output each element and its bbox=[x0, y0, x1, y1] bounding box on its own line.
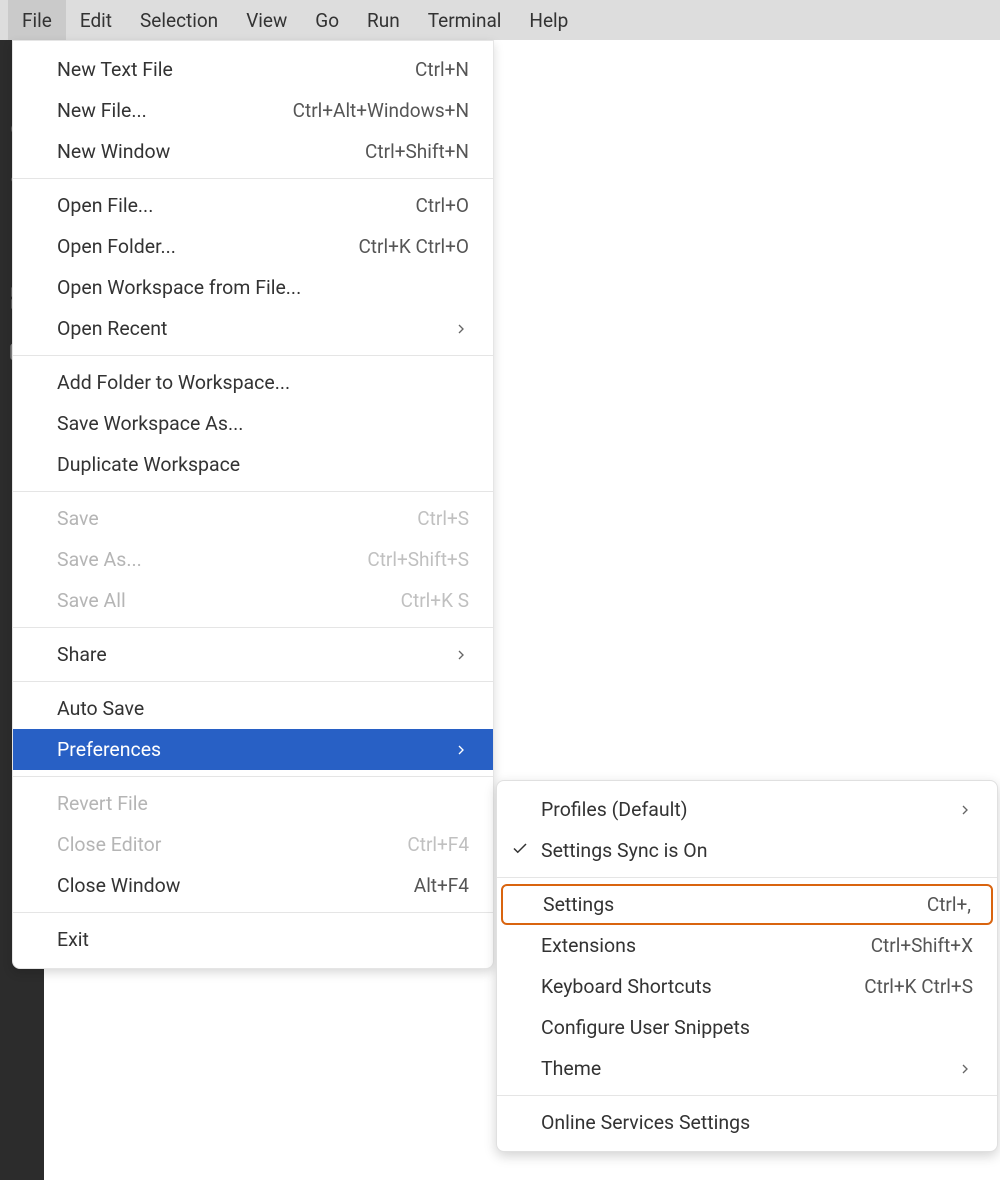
menu-item-label: New File... bbox=[57, 99, 147, 122]
chevron-right-icon bbox=[453, 742, 469, 758]
submenu-settings[interactable]: Settings Ctrl+, bbox=[501, 884, 993, 925]
submenu-separator bbox=[497, 1095, 997, 1096]
check-icon bbox=[511, 839, 529, 862]
chevron-right-icon bbox=[957, 1061, 973, 1077]
menu-save: Save Ctrl+S bbox=[13, 498, 493, 539]
menu-item-label: Add Folder to Workspace... bbox=[57, 371, 290, 394]
submenu-online-services[interactable]: Online Services Settings bbox=[497, 1102, 997, 1143]
chevron-right-icon bbox=[453, 321, 469, 337]
menu-share[interactable]: Share bbox=[13, 634, 493, 675]
preferences-submenu: Profiles (Default) Settings Sync is On S… bbox=[496, 780, 998, 1152]
menu-item-label: Save bbox=[57, 507, 99, 530]
menubar-selection[interactable]: Selection bbox=[126, 0, 232, 40]
submenu-theme[interactable]: Theme bbox=[497, 1048, 997, 1089]
submenu-separator bbox=[497, 877, 997, 878]
menu-exit[interactable]: Exit bbox=[13, 919, 493, 960]
menu-item-label: Save Workspace As... bbox=[57, 412, 243, 435]
menu-item-label: Auto Save bbox=[57, 697, 144, 720]
submenu-item-label: Theme bbox=[541, 1057, 601, 1080]
menu-item-label: Share bbox=[57, 643, 107, 666]
menu-item-shortcut: Ctrl+Shift+N bbox=[365, 140, 469, 163]
menu-item-shortcut: Ctrl+N bbox=[415, 58, 469, 81]
menu-open-folder[interactable]: Open Folder... Ctrl+K Ctrl+O bbox=[13, 226, 493, 267]
menu-item-shortcut: Ctrl+K S bbox=[401, 589, 469, 612]
menu-close-editor: Close Editor Ctrl+F4 bbox=[13, 824, 493, 865]
menu-add-folder-workspace[interactable]: Add Folder to Workspace... bbox=[13, 362, 493, 403]
menu-separator bbox=[13, 491, 493, 492]
menu-item-shortcut: Ctrl+Shift+S bbox=[367, 548, 469, 571]
menu-item-label: Preferences bbox=[57, 738, 161, 761]
chevron-right-icon bbox=[957, 802, 973, 818]
submenu-item-shortcut: Ctrl+, bbox=[927, 893, 971, 916]
menu-save-all: Save All Ctrl+K S bbox=[13, 580, 493, 621]
menu-duplicate-workspace[interactable]: Duplicate Workspace bbox=[13, 444, 493, 485]
menubar-edit[interactable]: Edit bbox=[66, 0, 126, 40]
submenu-item-shortcut: Ctrl+Shift+X bbox=[871, 934, 973, 957]
submenu-item-label: Profiles (Default) bbox=[541, 798, 688, 821]
menu-item-label: Open File... bbox=[57, 194, 153, 217]
menu-item-label: Revert File bbox=[57, 792, 148, 815]
submenu-keyboard-shortcuts[interactable]: Keyboard Shortcuts Ctrl+K Ctrl+S bbox=[497, 966, 997, 1007]
menu-item-shortcut: Ctrl+K Ctrl+O bbox=[358, 235, 469, 258]
menubar-file[interactable]: File bbox=[8, 0, 66, 40]
menu-new-window[interactable]: New Window Ctrl+Shift+N bbox=[13, 131, 493, 172]
menubar-view[interactable]: View bbox=[232, 0, 301, 40]
chevron-right-icon bbox=[453, 647, 469, 663]
submenu-user-snippets[interactable]: Configure User Snippets bbox=[497, 1007, 997, 1048]
submenu-item-label: Settings Sync is On bbox=[541, 839, 707, 862]
menu-close-window[interactable]: Close Window Alt+F4 bbox=[13, 865, 493, 906]
menu-open-file[interactable]: Open File... Ctrl+O bbox=[13, 185, 493, 226]
submenu-item-label: Online Services Settings bbox=[541, 1111, 750, 1134]
menubar: File Edit Selection View Go Run Terminal… bbox=[0, 0, 1000, 40]
menu-item-shortcut: Ctrl+Alt+Windows+N bbox=[293, 99, 469, 122]
menu-item-label: Open Workspace from File... bbox=[57, 276, 301, 299]
menu-item-shortcut: Ctrl+F4 bbox=[407, 833, 469, 856]
submenu-item-label: Extensions bbox=[541, 934, 636, 957]
menu-item-label: Close Editor bbox=[57, 833, 161, 856]
menu-item-label: Close Window bbox=[57, 874, 180, 897]
submenu-extensions[interactable]: Extensions Ctrl+Shift+X bbox=[497, 925, 997, 966]
menu-new-file[interactable]: New File... Ctrl+Alt+Windows+N bbox=[13, 90, 493, 131]
menu-item-label: Open Folder... bbox=[57, 235, 176, 258]
menu-item-shortcut: Alt+F4 bbox=[414, 874, 469, 897]
menubar-terminal[interactable]: Terminal bbox=[414, 0, 516, 40]
file-menu: New Text File Ctrl+N New File... Ctrl+Al… bbox=[12, 40, 494, 969]
menubar-help[interactable]: Help bbox=[515, 0, 582, 40]
menu-save-workspace-as[interactable]: Save Workspace As... bbox=[13, 403, 493, 444]
menu-separator bbox=[13, 627, 493, 628]
menu-separator bbox=[13, 681, 493, 682]
menu-item-label: New Window bbox=[57, 140, 170, 163]
menu-item-label: Open Recent bbox=[57, 317, 167, 340]
menu-separator bbox=[13, 912, 493, 913]
menu-item-label: Duplicate Workspace bbox=[57, 453, 240, 476]
menu-new-text-file[interactable]: New Text File Ctrl+N bbox=[13, 49, 493, 90]
submenu-item-label: Settings bbox=[543, 893, 614, 916]
menu-separator bbox=[13, 355, 493, 356]
menubar-go[interactable]: Go bbox=[301, 0, 353, 40]
menu-item-shortcut: Ctrl+O bbox=[416, 194, 470, 217]
menu-separator bbox=[13, 776, 493, 777]
menu-item-label: Save All bbox=[57, 589, 126, 612]
submenu-settings-sync[interactable]: Settings Sync is On bbox=[497, 830, 997, 871]
menu-item-label: New Text File bbox=[57, 58, 173, 81]
menubar-run[interactable]: Run bbox=[353, 0, 414, 40]
submenu-item-label: Keyboard Shortcuts bbox=[541, 975, 712, 998]
menu-separator bbox=[13, 178, 493, 179]
menu-open-recent[interactable]: Open Recent bbox=[13, 308, 493, 349]
menu-open-workspace[interactable]: Open Workspace from File... bbox=[13, 267, 493, 308]
menu-item-label: Save As... bbox=[57, 548, 142, 571]
submenu-item-label: Configure User Snippets bbox=[541, 1016, 750, 1039]
menu-item-label: Exit bbox=[57, 928, 89, 951]
menu-auto-save[interactable]: Auto Save bbox=[13, 688, 493, 729]
menu-preferences[interactable]: Preferences bbox=[13, 729, 493, 770]
submenu-item-shortcut: Ctrl+K Ctrl+S bbox=[864, 975, 973, 998]
submenu-profiles[interactable]: Profiles (Default) bbox=[497, 789, 997, 830]
menu-save-as: Save As... Ctrl+Shift+S bbox=[13, 539, 493, 580]
menu-revert-file: Revert File bbox=[13, 783, 493, 824]
menu-item-shortcut: Ctrl+S bbox=[417, 507, 469, 530]
